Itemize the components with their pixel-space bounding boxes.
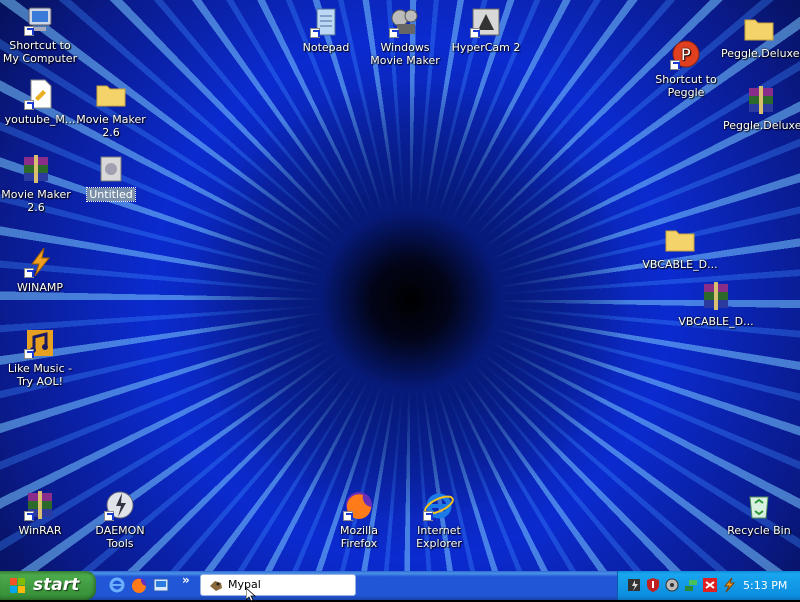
firefox-icon[interactable]: Mozilla Firefox bbox=[319, 489, 399, 550]
windows-movie-maker-icon[interactable]: Windows Movie Maker bbox=[365, 6, 445, 67]
internet-explorer-icon[interactable]: Internet Explorer bbox=[399, 489, 479, 550]
icon-label: HyperCam 2 bbox=[451, 41, 521, 54]
quick-launch-chevron[interactable]: » bbox=[182, 573, 190, 587]
movie-maker-rar-icon[interactable]: Movie Maker 2.6 bbox=[0, 153, 76, 214]
notepad-icon[interactable]: Notepad bbox=[286, 6, 366, 54]
icon-label: Like Music - Try AOL! bbox=[7, 362, 73, 388]
icon-label: Untitled bbox=[86, 187, 136, 202]
desktop[interactable]: Shortcut to My Computer youtube_M... Mov… bbox=[0, 0, 800, 571]
taskbar-button-mypal[interactable]: Mypal bbox=[200, 574, 356, 596]
icon-label: Mozilla Firefox bbox=[340, 524, 378, 550]
icon-label: Recycle Bin bbox=[727, 524, 791, 537]
internet-explorer-quicklaunch-icon[interactable] bbox=[108, 576, 126, 594]
daemon-tools-tray-icon[interactable] bbox=[626, 577, 642, 593]
icon-label: Peggle.Deluxe bbox=[723, 119, 800, 132]
clock[interactable]: 5:13 PM bbox=[743, 571, 787, 600]
sync-tray-icon[interactable] bbox=[702, 577, 718, 593]
icon-label: VBCABLE_D... bbox=[678, 315, 754, 328]
icon-label: Movie Maker 2.6 bbox=[76, 113, 146, 139]
windows-flag-icon bbox=[10, 578, 25, 593]
icon-label: Windows Movie Maker bbox=[370, 41, 440, 67]
icon-label: VBCABLE_D... bbox=[642, 258, 718, 271]
taskbar: start » Mypal 5:13 PM bbox=[0, 571, 800, 600]
untitled-file-icon[interactable]: Untitled bbox=[71, 153, 151, 202]
daemon-tools-icon[interactable]: DAEMON Tools bbox=[80, 489, 160, 550]
hypercam-icon[interactable]: HyperCam 2 bbox=[446, 6, 526, 54]
peggle-rar-icon[interactable]: Peggle.Deluxe bbox=[721, 84, 800, 132]
show-desktop-quicklaunch-icon[interactable] bbox=[152, 576, 170, 594]
vbcable-rar-icon[interactable]: VBCABLE_D... bbox=[676, 280, 756, 328]
icon-label: DAEMON Tools bbox=[95, 524, 145, 550]
start-label: start bbox=[33, 575, 80, 595]
svg-text:P: P bbox=[681, 45, 691, 64]
youtube-file-icon[interactable]: youtube_M... bbox=[0, 78, 80, 126]
winrar-icon[interactable]: WinRAR bbox=[0, 489, 80, 537]
icon-label: WinRAR bbox=[18, 524, 62, 537]
peggle-folder-icon[interactable]: Peggle.Deluxe bbox=[719, 12, 800, 60]
movie-maker-folder-icon[interactable]: Movie Maker 2.6 bbox=[71, 78, 151, 139]
network-tray-icon[interactable] bbox=[683, 577, 699, 593]
icon-label: Notepad bbox=[302, 41, 350, 54]
shield-tray-icon[interactable] bbox=[645, 577, 661, 593]
shortcut-my-computer-icon[interactable]: Shortcut to My Computer bbox=[0, 4, 80, 65]
start-button[interactable]: start bbox=[0, 571, 96, 600]
icon-label: Movie Maker 2.6 bbox=[1, 188, 71, 214]
icon-label: Internet Explorer bbox=[416, 524, 462, 550]
firefox-quicklaunch-icon[interactable] bbox=[130, 576, 148, 594]
shortcut-peggle-icon[interactable]: P Shortcut to Peggle bbox=[646, 38, 726, 99]
icon-label: Shortcut to My Computer bbox=[2, 39, 78, 65]
like-music-aol-icon[interactable]: Like Music - Try AOL! bbox=[0, 327, 80, 388]
vbcable-folder-icon[interactable]: VBCABLE_D... bbox=[640, 223, 720, 271]
icon-label: youtube_M... bbox=[4, 113, 76, 126]
winamp-icon[interactable]: WINAMP bbox=[0, 246, 80, 294]
icon-label: Shortcut to Peggle bbox=[655, 73, 717, 99]
icon-label: WINAMP bbox=[17, 281, 63, 294]
winamp-tray-icon[interactable] bbox=[721, 577, 737, 593]
mypal-icon bbox=[210, 581, 222, 591]
audio-device-tray-icon[interactable] bbox=[664, 577, 680, 593]
recycle-bin-icon[interactable]: Recycle Bin bbox=[719, 489, 799, 537]
icon-label: Peggle.Deluxe bbox=[721, 47, 800, 60]
